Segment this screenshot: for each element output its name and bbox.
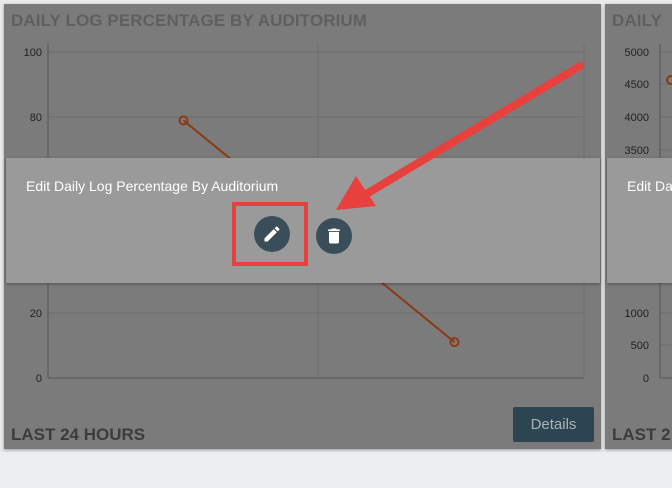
card-title: DAILY LOG PERCENTAGE BY AUDITORIUM — [11, 11, 368, 30]
delete-button[interactable] — [316, 218, 352, 254]
y-tick-label: 1000 — [625, 308, 649, 320]
y-tick-label: 0 — [643, 373, 649, 385]
time-range-label: LAST 24 HOURS — [11, 425, 146, 444]
card-edit-overlay-second: Edit Dail — [607, 158, 672, 283]
data-point — [666, 75, 672, 85]
page-background-strip — [0, 452, 672, 488]
y-tick-label: 0 — [36, 373, 42, 385]
y-tick-label: 5000 — [625, 47, 649, 59]
trash-icon — [328, 228, 340, 244]
annotation-highlight-box — [232, 202, 308, 266]
y-tick-label: 20 — [30, 308, 42, 320]
y-tick-label: 3500 — [625, 145, 649, 157]
y-tick-label: 4000 — [625, 112, 649, 124]
overlay-title: Edit Daily Log Percentage By Auditorium — [26, 178, 279, 194]
time-range-label: LAST 2 — [612, 425, 671, 444]
y-tick-label: 100 — [24, 47, 42, 59]
card-title: DAILY — [612, 11, 662, 30]
y-tick-label: 4500 — [625, 79, 649, 91]
y-tick-label: 500 — [631, 340, 649, 352]
details-button[interactable]: Details — [513, 407, 594, 442]
overlay-title: Edit Dail — [627, 178, 672, 194]
y-tick-label: 80 — [30, 112, 42, 124]
